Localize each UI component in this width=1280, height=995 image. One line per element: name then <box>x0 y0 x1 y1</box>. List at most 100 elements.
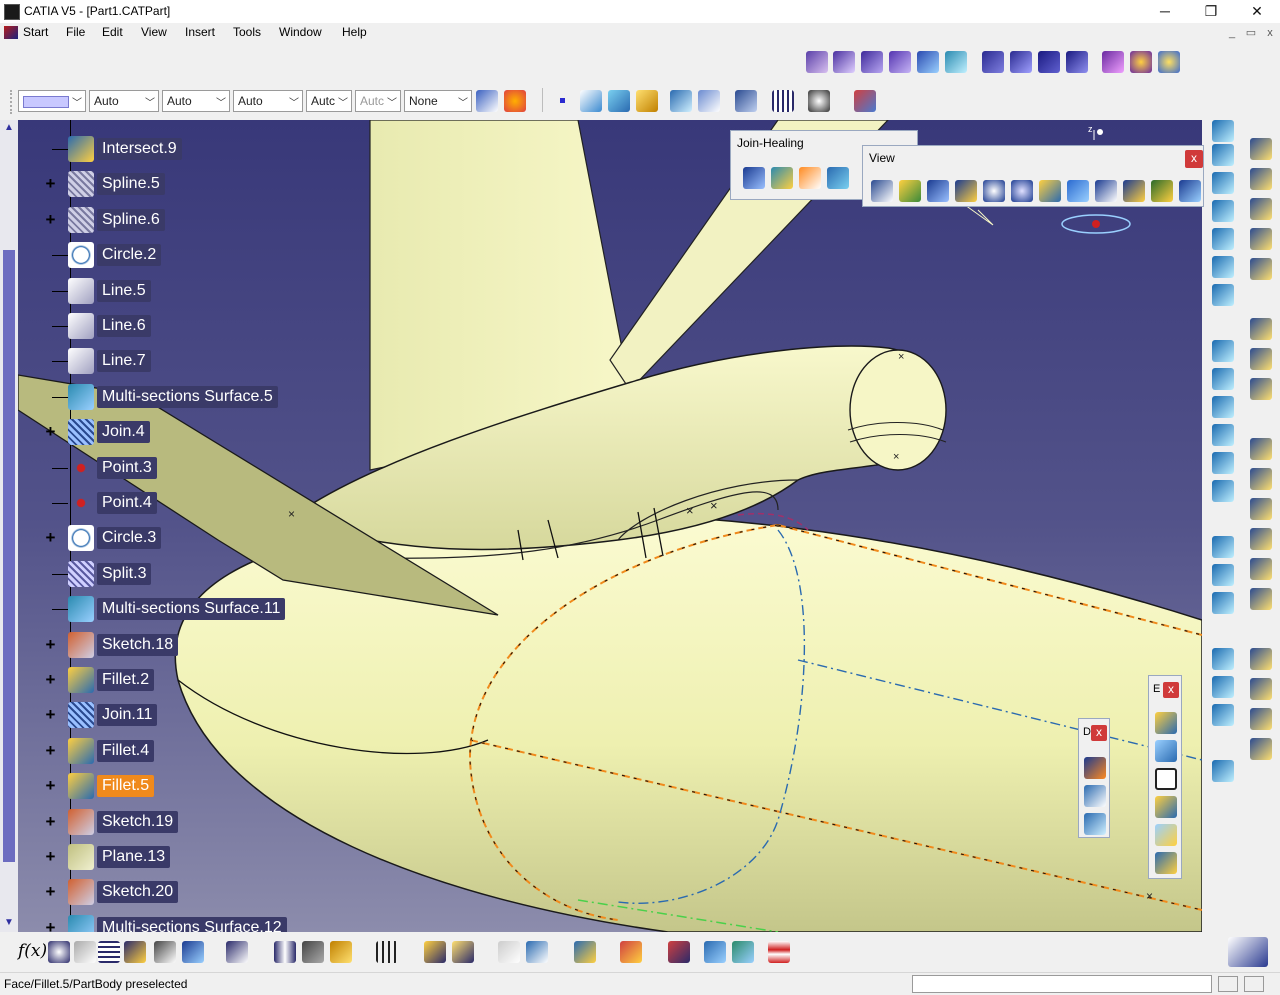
update-icon[interactable] <box>226 941 248 963</box>
tree-item-label[interactable]: Line.7 <box>97 350 151 373</box>
shape-icon[interactable] <box>1084 757 1106 779</box>
sketcher-icon[interactable] <box>1250 138 1272 160</box>
tree-item-label[interactable]: Fillet.4 <box>97 739 155 762</box>
apply-material-icon[interactable] <box>620 941 642 963</box>
circle-icon[interactable] <box>68 242 94 269</box>
spline-icon[interactable] <box>68 206 94 233</box>
box-icon[interactable] <box>1212 396 1234 418</box>
blend-icon[interactable] <box>945 51 967 73</box>
multi-view-icon[interactable] <box>1067 180 1089 202</box>
mdi-restore-button[interactable]: ▭ <box>1244 26 1258 40</box>
swap-visible-space-icon[interactable] <box>1179 180 1201 202</box>
tree-item[interactable]: + Circle.3 <box>18 522 418 556</box>
scissors-icon[interactable] <box>1250 198 1272 220</box>
line-icon[interactable] <box>68 348 94 375</box>
mdi-minimize-button[interactable]: _ <box>1225 26 1239 40</box>
tree-item-label[interactable]: Sketch.18 <box>97 633 179 656</box>
multi-sections-surface-icon[interactable] <box>68 596 94 623</box>
tree-item[interactable]: Line.6 <box>18 310 418 344</box>
powercopy-icon[interactable] <box>182 941 204 963</box>
tree-item-label[interactable]: Sketch.20 <box>97 881 179 904</box>
parameter-icon[interactable] <box>74 941 96 963</box>
tree-item[interactable]: Multi-sections Surface.11 <box>18 593 418 627</box>
near-icon[interactable] <box>1155 824 1177 846</box>
sweep-icon[interactable] <box>1212 228 1234 250</box>
scroll-down-icon[interactable]: ▼ <box>3 917 15 929</box>
surface-icon[interactable] <box>1212 200 1234 222</box>
tree-item-label[interactable]: Spline.5 <box>97 173 165 196</box>
menu-insert[interactable]: Insert <box>183 25 217 39</box>
grid-patterns-icon[interactable] <box>1250 378 1272 400</box>
measure-item-icon[interactable] <box>302 941 324 963</box>
zoom-in-icon[interactable] <box>983 180 1005 202</box>
transform-icon[interactable] <box>1250 738 1272 760</box>
fillet-icon[interactable] <box>1212 424 1234 446</box>
line-icon[interactable] <box>68 277 94 304</box>
arrow-icon[interactable] <box>1250 468 1272 490</box>
curve-icon[interactable] <box>1212 172 1234 194</box>
minimize-button[interactable]: ─ <box>1142 0 1188 23</box>
fill-icon[interactable] <box>889 51 911 73</box>
view-toolbar-close-icon[interactable]: x <box>1185 150 1203 168</box>
rotation-shape-icon[interactable] <box>1084 785 1106 807</box>
point-tool-icon[interactable] <box>560 98 565 103</box>
expand-plus-icon[interactable]: + <box>44 636 57 653</box>
tree-item-label[interactable]: Multi-sections Surface.12 <box>97 916 287 932</box>
3d-compass-icon[interactable] <box>808 90 830 112</box>
linetype-select[interactable]: Auto ﹀ <box>162 90 230 112</box>
extrude-icon[interactable] <box>806 51 828 73</box>
healing-icon[interactable] <box>771 167 793 189</box>
stamp-icon[interactable] <box>1250 528 1272 550</box>
translate-icon[interactable] <box>1212 480 1234 502</box>
tree-item-label[interactable]: Line.6 <box>97 315 151 337</box>
menu-tools[interactable]: Tools <box>231 25 263 39</box>
multiple-extract-icon[interactable] <box>1155 796 1177 818</box>
curvature-analysis-icon[interactable] <box>732 941 754 963</box>
join-icon[interactable] <box>68 702 94 729</box>
color-select[interactable]: ﹀ <box>18 90 86 112</box>
tree-item[interactable]: + Join.11 <box>18 699 418 733</box>
section-icon[interactable] <box>698 90 720 112</box>
magic-wand-icon[interactable] <box>1250 498 1272 520</box>
expand-plus-icon[interactable]: + <box>44 883 57 900</box>
tree-item-label[interactable]: Split.3 <box>97 562 152 585</box>
box-icon[interactable] <box>1155 768 1177 790</box>
pan-icon[interactable] <box>927 180 949 202</box>
split-icon[interactable] <box>1155 852 1177 874</box>
select-icon[interactable] <box>1250 168 1272 190</box>
menu-help[interactable]: Help <box>340 25 369 39</box>
tree-item-label[interactable]: Point.4 <box>97 492 157 514</box>
tree-item[interactable]: Split.3 <box>18 558 418 592</box>
analysis-options-icon[interactable] <box>768 941 790 963</box>
3d-viewport[interactable]: × × × × × × z Intersect.9 + Spline.5 + Splin… <box>18 120 1202 932</box>
tree-item[interactable]: + Sketch.20 <box>18 876 418 910</box>
plane-tool-icon[interactable] <box>1212 592 1234 614</box>
spine-icon[interactable] <box>1250 258 1272 280</box>
small-toolbar-d-close-icon[interactable]: x <box>1091 725 1107 741</box>
point-symbol-select[interactable]: Autc ﹀ <box>306 90 352 112</box>
combine-icon[interactable] <box>1212 704 1234 726</box>
fill-icon[interactable] <box>1212 256 1234 278</box>
intersection-icon[interactable] <box>1212 676 1234 698</box>
small-toolbar-e-close-icon[interactable]: x <box>1163 682 1179 698</box>
menu-start[interactable]: Start <box>21 25 50 39</box>
tree-item[interactable]: + Spline.5 <box>18 168 418 202</box>
spine-icon[interactable] <box>1084 813 1106 835</box>
join-icon[interactable] <box>68 419 94 446</box>
assemble-icon[interactable] <box>1130 51 1152 73</box>
comment-icon[interactable] <box>48 941 70 963</box>
tree-item[interactable]: + Join.4 <box>18 416 418 450</box>
menu-window[interactable]: Window <box>277 25 324 39</box>
tree-item[interactable]: + Sketch.18 <box>18 629 418 663</box>
grid-icon[interactable] <box>772 90 794 112</box>
tree-item-label[interactable]: Fillet.5 <box>97 775 155 798</box>
offset-icon[interactable] <box>917 51 939 73</box>
expand-plus-icon[interactable]: + <box>44 706 57 723</box>
measure-inertia-icon[interactable] <box>330 941 352 963</box>
spline-tool-icon[interactable] <box>580 90 602 112</box>
line-icon[interactable] <box>68 313 94 339</box>
thickness-select[interactable]: Auto ﹀ <box>233 90 303 112</box>
tree-item[interactable]: Multi-sections Surface.5 <box>18 381 418 415</box>
analysis-icon[interactable] <box>668 941 690 963</box>
dimension-icon[interactable] <box>1250 558 1272 580</box>
